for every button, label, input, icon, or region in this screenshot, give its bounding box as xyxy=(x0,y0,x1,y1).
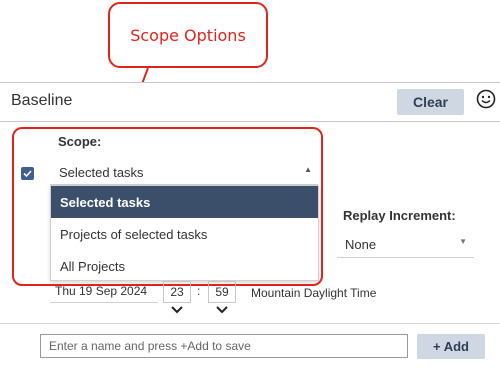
panel-title: Baseline xyxy=(11,92,73,109)
timezone-label: Mountain Daylight Time xyxy=(251,286,377,300)
checkmark-icon xyxy=(23,170,32,178)
caret-up-icon: ▲ xyxy=(304,165,312,174)
minute-field[interactable]: 59 xyxy=(208,281,236,303)
replay-increment-value: None xyxy=(345,237,377,252)
baseline-panel: Baseline Clear Scope: Selected tasks ▲ S… xyxy=(0,82,500,368)
hour-field[interactable]: 23 xyxy=(163,281,191,303)
smiley-face-icon[interactable] xyxy=(476,89,496,109)
scope-option-selected-tasks[interactable]: Selected tasks xyxy=(51,186,318,218)
scope-select[interactable]: Selected tasks ▲ xyxy=(50,159,318,185)
date-field[interactable]: Thu 19 Sep 2024 xyxy=(50,281,158,303)
add-button[interactable]: + Add xyxy=(417,334,485,359)
baseline-name-input[interactable] xyxy=(40,334,408,358)
minute-chevron-down-icon[interactable] xyxy=(215,304,229,316)
title-divider xyxy=(0,121,500,122)
scope-checkbox[interactable] xyxy=(21,167,34,180)
hour-chevron-down-icon[interactable] xyxy=(170,304,184,316)
scope-label: Scope: xyxy=(58,134,102,149)
caret-down-icon: ▼ xyxy=(459,237,467,246)
scope-select-value: Selected tasks xyxy=(59,165,144,180)
replay-increment-label: Replay Increment: xyxy=(343,208,456,223)
scope-options-callout: Scope Options xyxy=(108,2,268,68)
callout-text: Scope Options xyxy=(130,25,246,45)
replay-increment-select[interactable]: None ▼ xyxy=(337,232,474,258)
scope-option-projects-of-selected-tasks[interactable]: Projects of selected tasks xyxy=(51,218,318,250)
footer-divider xyxy=(0,323,500,324)
scope-option-all-projects[interactable]: All Projects xyxy=(51,250,318,282)
time-separator: : xyxy=(197,284,201,298)
date-value: Thu 19 Sep 2024 xyxy=(55,284,148,298)
scope-dropdown-menu: Selected tasks Projects of selected task… xyxy=(50,185,319,281)
clear-button[interactable]: Clear xyxy=(397,89,464,115)
